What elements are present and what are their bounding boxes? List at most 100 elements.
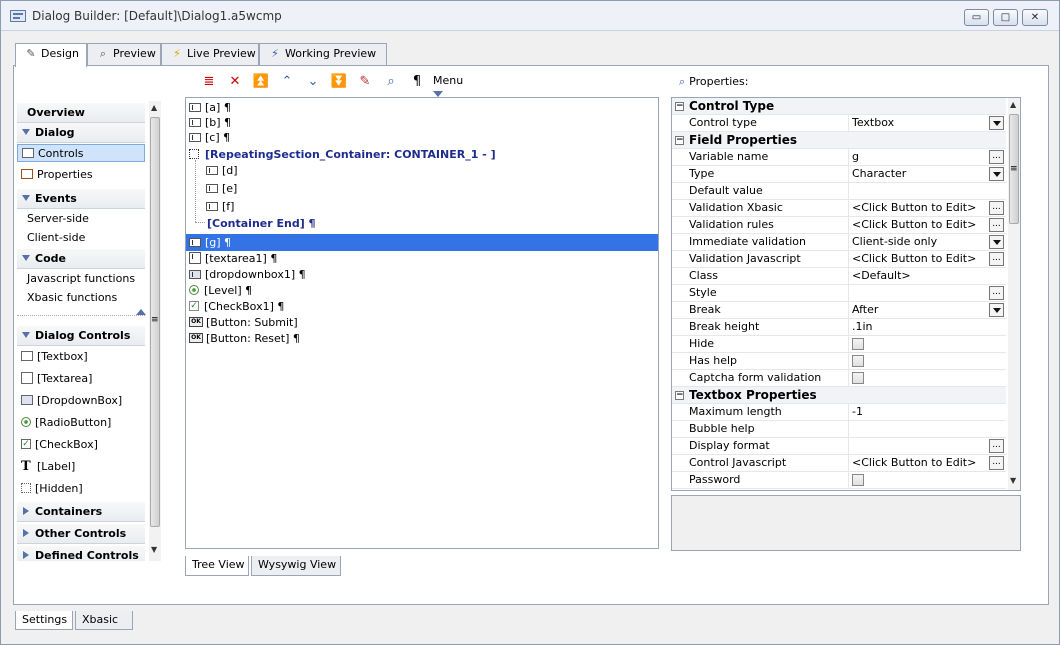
find-icon[interactable]: ⌕ (381, 73, 401, 91)
ellipsis-button[interactable]: ... (989, 201, 1004, 215)
property-value[interactable] (848, 353, 1006, 369)
tree-row[interactable]: [dropdownbox1] ¶ (189, 266, 306, 283)
nav-events[interactable]: Events (17, 189, 145, 209)
nav-code[interactable]: Code (17, 249, 145, 269)
property-row[interactable]: Validation Javascript <Click Button to Ed… (672, 251, 1006, 268)
property-row[interactable]: Break height .1in (672, 319, 1006, 336)
minimize-button[interactable]: ▭ (964, 9, 989, 26)
control-textarea[interactable]: [Textarea] (21, 370, 92, 388)
nav-item-server-side[interactable]: Server-side (27, 210, 89, 228)
tree-row[interactable]: [d] (206, 162, 238, 179)
property-value[interactable] (848, 421, 1006, 437)
tab-xbasic[interactable]: Xbasic (75, 611, 133, 630)
nav-dialog-controls[interactable]: Dialog Controls (17, 326, 145, 346)
nav-containers[interactable]: Containers (17, 502, 145, 522)
tree-row[interactable]: OK [Button: Reset] ¶ (189, 330, 300, 347)
tab-preview[interactable]: ⌕ Preview (87, 43, 161, 66)
ellipsis-button[interactable]: ... (989, 218, 1004, 232)
collapse-toggle-icon[interactable]: − (675, 391, 684, 400)
control-checkbox[interactable]: ✓ [CheckBox] (21, 436, 98, 454)
nav-item-client-side[interactable]: Client-side (27, 229, 85, 247)
control-label[interactable]: T [Label] (21, 458, 75, 476)
dropdown-arrow-icon[interactable] (989, 303, 1004, 317)
property-row[interactable]: Has help (672, 353, 1006, 370)
property-value[interactable] (848, 336, 1006, 352)
property-value[interactable]: <Click Button to Edit>... (848, 455, 1006, 471)
delete-list-icon[interactable]: ≣ (199, 73, 219, 91)
ellipsis-button[interactable]: ... (989, 252, 1004, 266)
tab-tree-view[interactable]: Tree View (185, 556, 249, 576)
property-row[interactable]: Control type Textbox (672, 115, 1006, 132)
property-row[interactable]: Control Javascript <Click Button to Edit>… (672, 455, 1006, 472)
property-row[interactable]: Hide (672, 336, 1006, 353)
control-radiobutton[interactable]: [RadioButton] (21, 414, 111, 432)
dropdown-arrow-icon[interactable] (989, 116, 1004, 130)
property-value[interactable]: -1 (848, 404, 1006, 420)
property-value[interactable]: <Default> (848, 268, 1006, 284)
property-row[interactable]: Class <Default> (672, 268, 1006, 285)
property-row[interactable]: Display format... (672, 438, 1006, 455)
property-row[interactable]: Validation Xbasic <Click Button to Edit>.… (672, 200, 1006, 217)
maximize-button[interactable]: □ (993, 9, 1018, 26)
property-row[interactable]: Bubble help (672, 421, 1006, 438)
property-grid-scrollbar[interactable]: ▲ ≡ ▼ (1008, 98, 1020, 490)
tab-live-preview[interactable]: ⚡ Live Preview (161, 43, 259, 66)
property-checkbox[interactable] (852, 372, 864, 384)
dropdown-arrow-icon[interactable] (989, 167, 1004, 181)
nav-overview[interactable]: Overview (17, 103, 145, 123)
nav-item-javascript-functions[interactable]: Javascript functions (27, 270, 135, 288)
nav-item-xbasic-functions[interactable]: Xbasic functions (27, 289, 117, 307)
collapse-arrow-icon[interactable] (136, 309, 146, 315)
property-value[interactable]: <Click Button to Edit>... (848, 251, 1006, 267)
move-top-icon[interactable]: ⏫ (251, 73, 271, 91)
nav-item-properties[interactable]: Properties (21, 166, 93, 184)
control-hidden[interactable]: [Hidden] (21, 480, 83, 498)
property-value[interactable]: <Click Button to Edit>... (848, 200, 1006, 216)
property-value[interactable]: Client-side only (848, 234, 1006, 250)
property-row[interactable]: Break After (672, 302, 1006, 319)
tab-design[interactable]: ✎ Design (15, 43, 87, 67)
close-button[interactable]: ✕ (1022, 9, 1048, 26)
property-value[interactable] (848, 370, 1006, 386)
property-checkbox[interactable] (852, 355, 864, 367)
left-nav-scrollbar[interactable]: ▲ ≡ ▼ (149, 101, 161, 561)
tree-row-container-end[interactable]: [Container End] ¶ (207, 215, 316, 232)
property-category[interactable]: − Textbox Properties (672, 387, 1006, 404)
ellipsis-button[interactable]: ... (989, 439, 1004, 453)
property-row[interactable]: Variable name g... (672, 149, 1006, 166)
scroll-up-icon[interactable]: ▲ (151, 103, 157, 112)
nav-item-controls[interactable]: Controls (17, 144, 145, 162)
nav-other-controls[interactable]: Other Controls (17, 524, 145, 544)
property-value[interactable]: Character (848, 166, 1006, 182)
ellipsis-button[interactable]: ... (989, 456, 1004, 470)
tree-row[interactable]: [e] (206, 180, 237, 197)
tree-row[interactable]: [Level] ¶ (189, 282, 252, 299)
property-value[interactable]: ... (848, 438, 1006, 454)
property-checkbox[interactable] (852, 338, 864, 350)
ellipsis-button[interactable]: ... (989, 150, 1004, 164)
tree-row[interactable]: ✓ [CheckBox1] ¶ (189, 298, 284, 315)
scroll-down-icon[interactable]: ▼ (151, 545, 157, 554)
collapse-toggle-icon[interactable]: − (675, 136, 684, 145)
property-row[interactable]: Validation rules <Click Button to Edit>..… (672, 217, 1006, 234)
property-value[interactable]: ... (848, 285, 1006, 301)
property-value[interactable]: .1in (848, 319, 1006, 335)
tab-wysywig-view[interactable]: Wysywig View (251, 556, 341, 576)
move-up-icon[interactable]: ⌃ (277, 73, 297, 91)
property-row[interactable]: Captcha form validation (672, 370, 1006, 387)
property-row[interactable]: Style... (672, 285, 1006, 302)
property-row[interactable]: Password (672, 472, 1006, 489)
nav-dialog[interactable]: Dialog (17, 123, 145, 143)
property-value[interactable]: g... (848, 149, 1006, 165)
tree-row-selected[interactable]: [g] ¶ (186, 234, 658, 251)
property-category[interactable]: − Control Type (672, 98, 1006, 115)
tree-row[interactable]: [textarea1] ¶ (189, 250, 277, 267)
scroll-up-icon[interactable]: ▲ (1010, 100, 1016, 109)
control-dropdownbox[interactable]: [DropdownBox] (21, 392, 122, 410)
tree-row[interactable]: OK [Button: Submit] (189, 314, 298, 331)
property-value[interactable]: Textbox (848, 115, 1006, 131)
property-value[interactable]: <Click Button to Edit>... (848, 217, 1006, 233)
move-down-icon[interactable]: ⌄ (303, 73, 323, 91)
property-row[interactable]: Default value (672, 183, 1006, 200)
property-category[interactable]: − Field Properties (672, 132, 1006, 149)
